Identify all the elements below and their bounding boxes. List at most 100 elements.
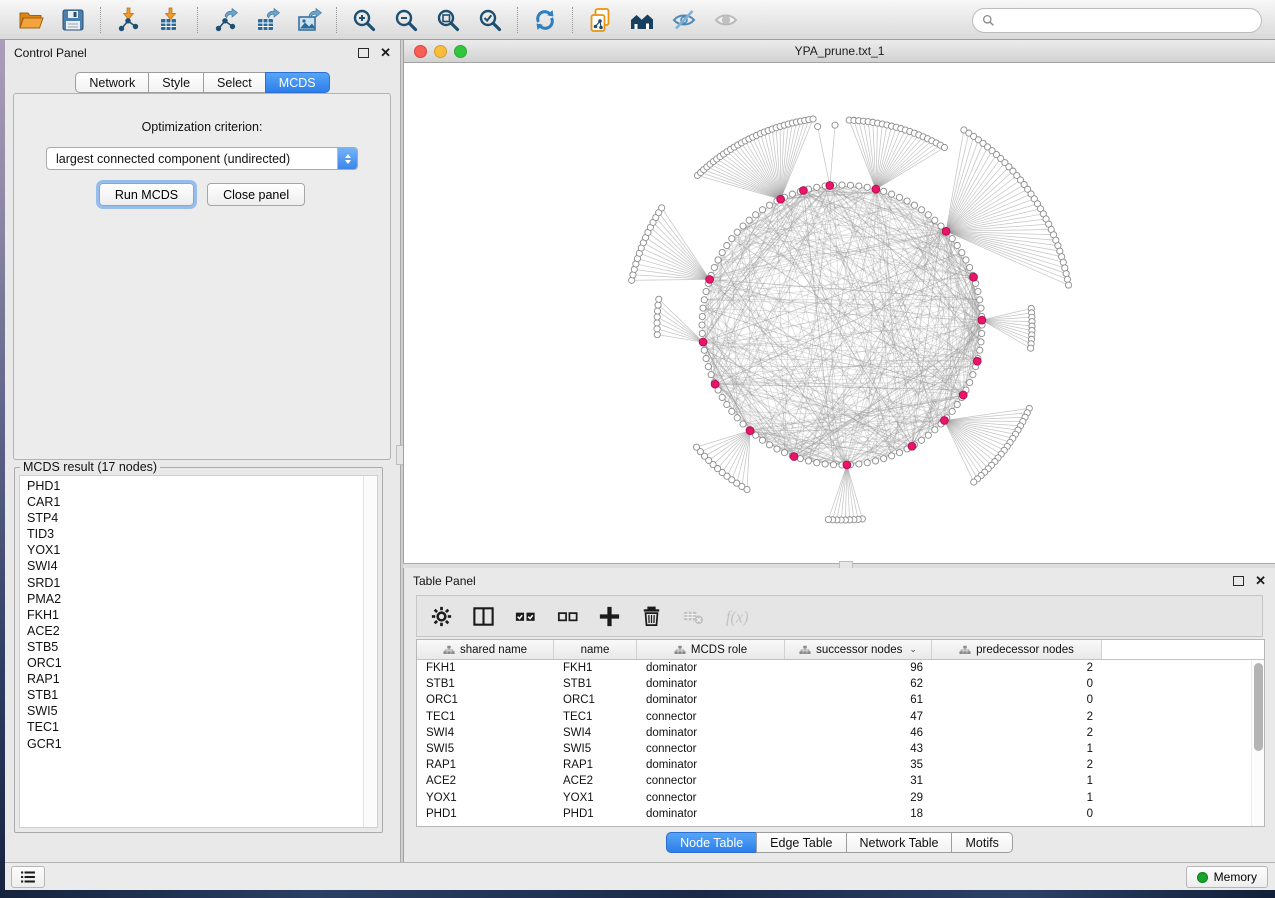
network-window-titlebar[interactable]: YPA_prune.txt_1 xyxy=(404,40,1275,63)
window-zoom-icon[interactable] xyxy=(454,45,467,58)
tab-network[interactable]: Network xyxy=(75,72,149,93)
mcds-node-item[interactable]: STB1 xyxy=(27,687,377,703)
column-header-successor-nodes[interactable]: successor nodes⌄ xyxy=(785,640,932,659)
mcds-node-item[interactable]: TID3 xyxy=(27,526,377,542)
table-row[interactable]: YOX1YOX1connector291 xyxy=(417,790,1264,806)
cell: SWI4 xyxy=(554,727,637,739)
memory-button[interactable]: Memory xyxy=(1186,866,1268,888)
mcds-node-item[interactable]: GCR1 xyxy=(27,736,377,752)
mcds-node-item[interactable]: FKH1 xyxy=(27,607,377,623)
optimization-criterion-label: Optimization criterion: xyxy=(14,120,390,134)
tab-select[interactable]: Select xyxy=(203,72,266,93)
mcds-node-item[interactable]: PMA2 xyxy=(27,591,377,607)
table-row[interactable]: PHD1PHD1dominator180 xyxy=(417,806,1264,822)
mcds-list-scrollbar[interactable] xyxy=(363,476,377,827)
mcds-node-item[interactable]: SRD1 xyxy=(27,575,377,591)
zoom-selected-button[interactable] xyxy=(475,5,505,35)
search-box[interactable] xyxy=(972,8,1262,33)
optimization-criterion-select[interactable]: largest connected component (undirected) xyxy=(46,147,358,170)
export-image-icon xyxy=(296,7,322,33)
tab-mcds[interactable]: MCDS xyxy=(265,72,330,93)
close-panel-icon[interactable]: ✕ xyxy=(1255,576,1266,586)
network-overview-button[interactable] xyxy=(627,5,657,35)
mcds-result-title: MCDS result (17 nodes) xyxy=(20,460,160,474)
split-panel-button[interactable] xyxy=(470,603,497,630)
clone-network-button[interactable] xyxy=(585,5,615,35)
column-header-name[interactable]: name xyxy=(554,640,637,659)
tab-style[interactable]: Style xyxy=(148,72,204,93)
mcds-node-item[interactable]: CAR1 xyxy=(27,494,377,510)
mcds-node-item[interactable]: ACE2 xyxy=(27,623,377,639)
tab-node-table[interactable]: Node Table xyxy=(666,832,757,853)
zoom-fit-button[interactable] xyxy=(433,5,463,35)
cell: 1 xyxy=(932,792,1102,804)
add-column-button[interactable] xyxy=(596,603,623,630)
open-file-button[interactable] xyxy=(16,5,46,35)
window-close-icon[interactable] xyxy=(414,45,427,58)
split-panel-icon xyxy=(471,604,496,629)
window-minimize-icon[interactable] xyxy=(434,45,447,58)
column-header-MCDS-role[interactable]: MCDS role xyxy=(637,640,785,659)
mcds-node-item[interactable]: PHD1 xyxy=(27,478,377,494)
zoom-out-button[interactable] xyxy=(391,5,421,35)
close-panel-icon[interactable]: ✕ xyxy=(380,48,391,58)
hide-graphics-details-button[interactable] xyxy=(669,5,699,35)
table-row[interactable]: ORC1ORC1dominator610 xyxy=(417,692,1264,708)
mcds-node-item[interactable]: RAP1 xyxy=(27,671,377,687)
clear-selection-button[interactable] xyxy=(554,603,581,630)
table-row[interactable]: SWI4SWI4dominator462 xyxy=(417,725,1264,741)
cell: 47 xyxy=(785,711,932,723)
mcds-node-item[interactable]: ORC1 xyxy=(27,655,377,671)
mcds-node-item[interactable]: YOX1 xyxy=(27,542,377,558)
show-panels-menu-button[interactable] xyxy=(11,866,45,888)
svg-text:f(x): f(x) xyxy=(726,607,748,626)
cell: RAP1 xyxy=(554,759,637,771)
column-header-predecessor-nodes[interactable]: predecessor nodes xyxy=(932,640,1102,659)
optimization-criterion-value: largest connected component (undirected) xyxy=(47,148,337,169)
scrollbar-thumb[interactable] xyxy=(1254,663,1263,751)
column-settings-button[interactable] xyxy=(428,603,455,630)
column-network-icon xyxy=(799,645,811,655)
column-header-shared-name[interactable]: shared name xyxy=(417,640,554,659)
table-row[interactable]: ACE2ACE2connector311 xyxy=(417,773,1264,789)
mcds-node-item[interactable]: STP4 xyxy=(27,510,377,526)
refresh-layout-button[interactable] xyxy=(530,5,560,35)
table-header-row: shared namenameMCDS rolesuccessor nodes⌄… xyxy=(417,640,1264,660)
mcds-node-item[interactable]: SWI5 xyxy=(27,703,377,719)
table-row[interactable]: STB1STB1dominator620 xyxy=(417,676,1264,692)
select-all-rows-button[interactable] xyxy=(512,603,539,630)
export-image-button[interactable] xyxy=(294,5,324,35)
float-panel-icon[interactable] xyxy=(1233,576,1244,586)
import-network-button[interactable] xyxy=(113,5,143,35)
save-session-button[interactable] xyxy=(58,5,88,35)
float-panel-icon[interactable] xyxy=(358,48,369,58)
zoom-in-button[interactable] xyxy=(349,5,379,35)
delete-table-button xyxy=(680,603,707,630)
node-table[interactable]: shared namenameMCDS rolesuccessor nodes⌄… xyxy=(416,639,1265,827)
search-input[interactable] xyxy=(1001,13,1252,29)
tab-motifs[interactable]: Motifs xyxy=(951,832,1012,853)
table-row[interactable]: RAP1RAP1dominator352 xyxy=(417,757,1264,773)
table-scrollbar[interactable] xyxy=(1251,660,1264,826)
table-row[interactable]: SWI5SWI5connector431 xyxy=(417,741,1264,757)
column-network-icon xyxy=(674,645,686,655)
table-row[interactable]: FKH1FKH1dominator962 xyxy=(417,660,1264,676)
mcds-node-item[interactable]: SWI4 xyxy=(27,558,377,574)
export-network-button[interactable] xyxy=(210,5,240,35)
close-panel-button[interactable]: Close panel xyxy=(207,183,305,206)
mcds-node-item[interactable]: STB5 xyxy=(27,639,377,655)
cell: 46 xyxy=(785,727,932,739)
import-table-button[interactable] xyxy=(155,5,185,35)
mcds-result-list[interactable]: PHD1CAR1STP4TID3YOX1SWI4SRD1PMA2FKH1ACE2… xyxy=(19,475,378,828)
cell: 0 xyxy=(932,678,1102,690)
delete-column-button[interactable] xyxy=(638,603,665,630)
mcds-node-item[interactable]: TEC1 xyxy=(27,719,377,735)
run-mcds-button[interactable]: Run MCDS xyxy=(99,183,194,206)
tab-network-table[interactable]: Network Table xyxy=(846,832,953,853)
table-row[interactable]: TEC1TEC1connector472 xyxy=(417,709,1264,725)
window-controls xyxy=(414,45,467,58)
network-canvas[interactable] xyxy=(404,63,1275,563)
export-table-button[interactable] xyxy=(252,5,282,35)
cell: 2 xyxy=(932,711,1102,723)
tab-edge-table[interactable]: Edge Table xyxy=(756,832,846,853)
